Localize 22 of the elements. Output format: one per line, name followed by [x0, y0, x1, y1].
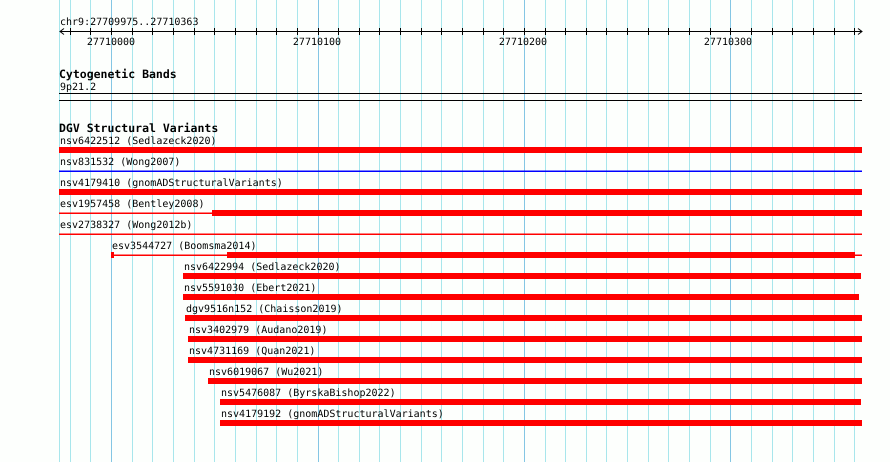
feature-label: nsv6422994 (Sedlazeck2020) — [184, 262, 341, 273]
feature-label: nsv6422512 (Sedlazeck2020) — [60, 136, 217, 147]
feature-label: dgv9516n152 (Chaisson2019) — [186, 304, 343, 315]
feature-label: nsv5476087 (ByrskaBishop2022) — [221, 388, 396, 399]
feature-label: esv2738327 (Wong2012b) — [60, 220, 192, 231]
feature-label: nsv4179410 (gnomADStructuralVariants) — [60, 178, 283, 189]
track-title: Cytogenetic Bands — [59, 67, 177, 81]
tick-label: 27710200 — [498, 37, 548, 48]
feature-label: nsv6019067 (Wu2021) — [209, 367, 324, 378]
tick-label: 27710100 — [292, 37, 342, 48]
feature-label: esv3544727 (Boomsma2014) — [112, 241, 256, 252]
band-label: 9p21.2 — [60, 82, 96, 93]
feature-label: esv1957458 (Bentley2008) — [60, 199, 204, 210]
track-title: DGV Structural Variants — [59, 121, 218, 135]
feature-label: nsv4179192 (gnomADStructuralVariants) — [221, 409, 444, 420]
feature-label: nsv4731169 (Quan2021) — [189, 346, 316, 357]
tick-label: 27710300 — [704, 37, 752, 48]
feature-label: nsv5591030 (Ebert2021) — [184, 283, 316, 294]
location-label: chr9:27709975..27710363 — [60, 17, 198, 28]
tick-label: 27710000 — [86, 37, 136, 48]
feature-label: nsv3402979 (Audano2019) — [189, 325, 328, 336]
feature-label: nsv831532 (Wong2007) — [60, 157, 180, 168]
